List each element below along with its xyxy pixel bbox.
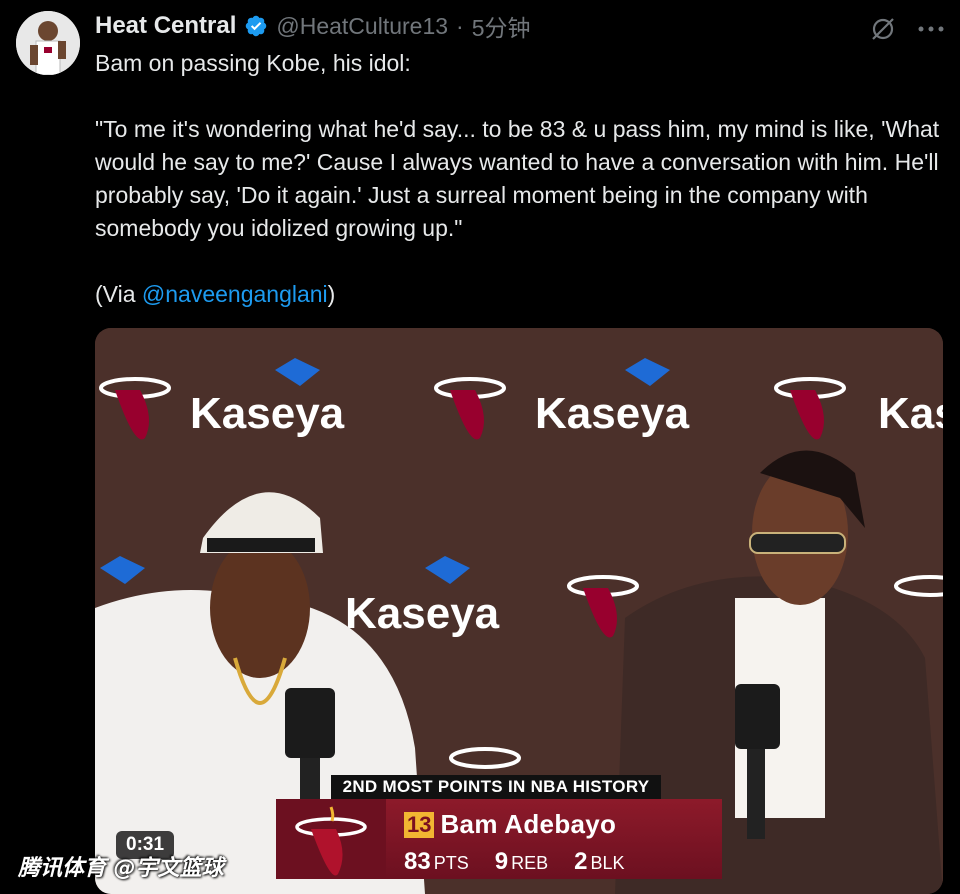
- player-info: 13 Bam Adebayo 83 PTS 9 REB 2 BLK: [386, 799, 722, 879]
- header-separator: ·: [456, 12, 464, 39]
- author-name[interactable]: Heat Central: [95, 12, 236, 40]
- via-prefix: (Via: [95, 281, 142, 307]
- tweet-time[interactable]: 5分钟: [472, 9, 531, 43]
- tweet-intro: Bam on passing Kobe, his idol:: [95, 50, 411, 76]
- stat-blocks: 2 BLK: [574, 848, 625, 875]
- grok-icon[interactable]: [868, 14, 898, 44]
- jersey-number: 13: [404, 811, 435, 838]
- verified-badge-icon[interactable]: [244, 14, 268, 38]
- via-mention-link[interactable]: @naveenganglani: [142, 281, 328, 307]
- banner-heat-logo: [276, 799, 386, 879]
- tweet-actions: [868, 14, 946, 44]
- author-avatar[interactable]: [16, 11, 80, 75]
- player-name: Bam Adebayo: [440, 809, 617, 839]
- tweet-quote: "To me it's wondering what he'd say... t…: [95, 116, 946, 241]
- stat-points: 83 PTS: [404, 848, 469, 875]
- banner-headline: 2ND MOST POINTS IN NBA HISTORY: [331, 775, 661, 799]
- sponsor-text-2: Kaseya: [535, 389, 690, 438]
- watermark-text: 腾讯体育 @宇文篮球: [18, 856, 224, 881]
- sponsor-text-3: Kaseya: [878, 389, 943, 438]
- more-icon[interactable]: [916, 14, 946, 44]
- player-banner: 13 Bam Adebayo 83 PTS 9 REB 2 BLK: [276, 799, 722, 879]
- tweet-header: Heat Central @HeatCulture13 · 5分钟: [95, 11, 531, 41]
- sponsor-text-1: Kaseya: [190, 389, 345, 438]
- video-player[interactable]: Kaseya Kaseya Kaseya Kaseya: [95, 328, 943, 894]
- author-handle[interactable]: @HeatCulture13: [276, 13, 448, 40]
- avatar-image: [16, 11, 80, 75]
- tweet-text: Bam on passing Kobe, his idol: "To me it…: [95, 47, 945, 311]
- stat-rebounds: 9 REB: [494, 848, 549, 875]
- sponsor-text-4: Kaseya: [345, 589, 500, 638]
- player-stats: 83 PTS 9 REB 2 BLK: [404, 848, 722, 876]
- via-suffix: ): [327, 281, 336, 307]
